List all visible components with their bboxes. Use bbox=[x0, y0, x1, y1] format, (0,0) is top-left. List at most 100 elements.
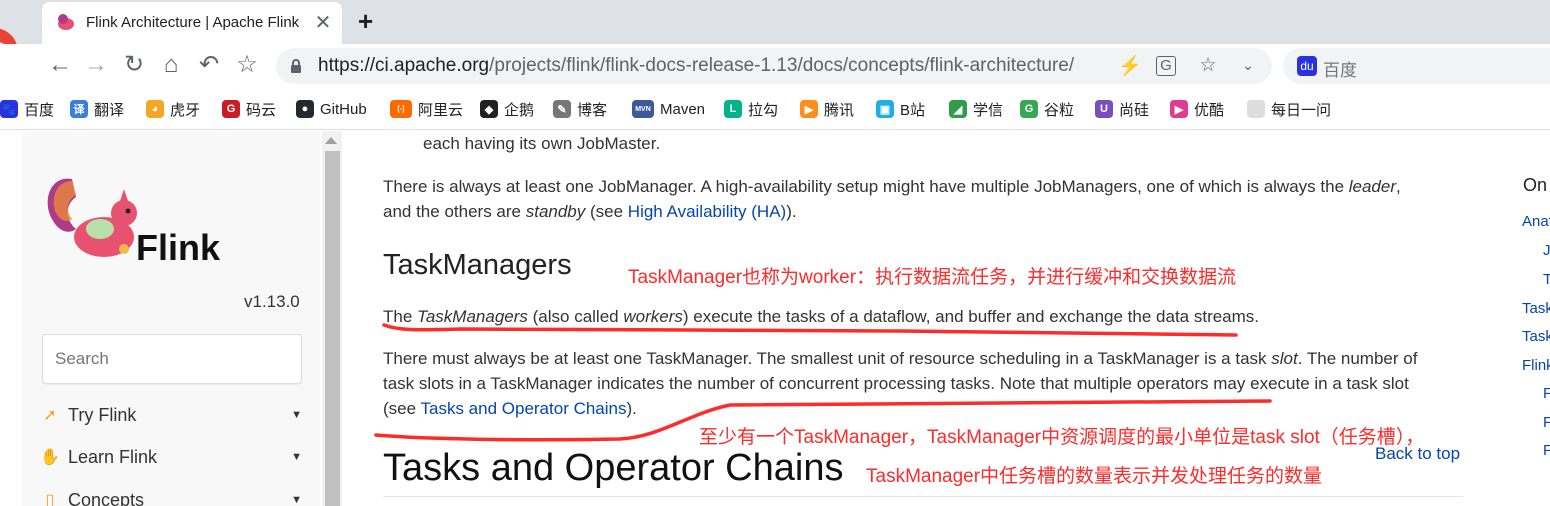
bookmark-label: 优酷 bbox=[1194, 101, 1225, 119]
baidu-icon: du bbox=[1297, 56, 1317, 76]
home-icon[interactable]: ⌂ bbox=[157, 50, 185, 80]
toc-title: On bbox=[1523, 175, 1548, 195]
logo-wordmark[interactable]: Flink bbox=[136, 227, 220, 269]
docs-sidebar: Flink v1.13.0 ➚ Try Flink ▼ ✋ Learn Flin… bbox=[22, 131, 320, 506]
bookmark-label: B站 bbox=[900, 101, 926, 119]
atguigu-icon: U bbox=[1095, 100, 1113, 118]
bookmark-page[interactable]: 每日一问 bbox=[1247, 98, 1331, 120]
bookmark-xuexin[interactable]: ◢ 学信 bbox=[949, 98, 1003, 120]
bookmark-maven[interactable]: MVN Maven bbox=[632, 98, 705, 120]
tab-strip: Flink Architecture | Apache Flink ✕ + bbox=[0, 0, 1550, 76]
bookmark-youku[interactable]: ▶ 优酷 bbox=[1170, 98, 1224, 120]
bookmark-label: 每日一问 bbox=[1271, 101, 1332, 119]
lagou-icon: L bbox=[724, 100, 742, 118]
bookmark-star-icon[interactable]: ☆ bbox=[1196, 54, 1220, 77]
bookmark-huya[interactable]: ◕ 虎牙 bbox=[146, 98, 200, 120]
bookmark-gitee[interactable]: G 码云 bbox=[222, 98, 276, 120]
docs-search-input[interactable] bbox=[42, 334, 302, 384]
bookmark-blog[interactable]: ✎ 博客 bbox=[553, 98, 607, 120]
tab-title: Flink Architecture | Apache Flink bbox=[86, 14, 300, 31]
bookmark-guli[interactable]: G 谷粒 bbox=[1020, 98, 1074, 120]
chevron-down-icon[interactable]: ⌄ bbox=[1236, 57, 1260, 74]
bookmark-label: 虎牙 bbox=[170, 101, 201, 119]
paragraph-slots-line3: (see Tasks and Operator Chains). bbox=[383, 399, 637, 418]
forward-arrow-icon[interactable]: → bbox=[82, 50, 110, 80]
toc-item[interactable]: Task bbox=[1522, 328, 1550, 345]
toc-item[interactable]: Anat bbox=[1522, 213, 1550, 230]
xuexin-icon: ◢ bbox=[949, 100, 967, 118]
youku-icon: ▶ bbox=[1170, 100, 1188, 118]
flink-favicon-icon bbox=[58, 14, 74, 30]
toc-item[interactable]: F bbox=[1543, 442, 1550, 459]
back-arrow-icon[interactable]: ← bbox=[46, 50, 74, 80]
bookmark-label: 企鹅 bbox=[504, 101, 535, 119]
annotation-note-slot: 至少有一个TaskManager，TaskManager中资源调度的最小单位是t… bbox=[699, 427, 1425, 448]
heading-taskmanagers: TaskManagers bbox=[383, 249, 572, 281]
tencent-video-icon: ▶ bbox=[800, 100, 818, 118]
scroll-up-arrow-icon[interactable] bbox=[325, 137, 337, 144]
rocket-icon: ➚ bbox=[43, 407, 57, 424]
bookmark-translate[interactable]: 译翻译 bbox=[70, 98, 124, 120]
aliyun-icon: [-] bbox=[390, 100, 412, 118]
bookmark-lagou[interactable]: L 拉勾 bbox=[724, 98, 778, 120]
toc-item[interactable]: Task bbox=[1522, 300, 1550, 317]
new-tab-button[interactable]: + bbox=[358, 6, 380, 37]
bookmark-label: 博客 bbox=[577, 101, 608, 119]
menu-item-learn-flink[interactable]: ✋ Learn Flink ▼ bbox=[40, 442, 302, 472]
bookmark-label: 拉勾 bbox=[748, 101, 779, 119]
bookmark-label: 码云 bbox=[246, 101, 277, 119]
bilibili-icon: ▣ bbox=[876, 100, 894, 118]
toc-item[interactable]: F bbox=[1543, 385, 1550, 402]
paragraph-ha-line2: and the others are standby (see High Ava… bbox=[383, 202, 797, 221]
menu-item-concepts[interactable]: ▯ Concepts ▼ bbox=[40, 485, 302, 506]
page-content: Flink v1.13.0 ➚ Try Flink ▼ ✋ Learn Flin… bbox=[0, 131, 1550, 506]
bookmark-label: 尚硅 bbox=[1119, 101, 1150, 119]
browser-toolbar: ← → ↻ ⌂ ↶ ☆ https://ci.apache.org/projec… bbox=[0, 44, 1550, 88]
toc-item[interactable]: T bbox=[1543, 271, 1550, 288]
bookmark-label: Maven bbox=[660, 100, 706, 118]
bookmark-github[interactable]: ● GitHub bbox=[296, 98, 367, 120]
bookmark-atguigu[interactable]: U 尚硅 bbox=[1095, 98, 1149, 120]
menu-label: Learn Flink bbox=[68, 446, 158, 467]
bookmarks-bar: 🐾 百度译翻译 ◕ 虎牙 G 码云 ● GitHub [-] 阿里云 ◆ 企鹅 ✎ 博客 MVN Maven L… bbox=[0, 88, 1550, 130]
toc-item[interactable]: F bbox=[1543, 414, 1550, 431]
operator-chains-link[interactable]: Tasks and Operator Chains bbox=[421, 399, 627, 418]
bookmark-bilibili[interactable]: ▣ B站 bbox=[876, 98, 925, 120]
address-bar[interactable]: https://ci.apache.org/projects/flink/fli… bbox=[276, 48, 1272, 84]
menu-label: Concepts bbox=[68, 489, 145, 506]
star-outline-icon[interactable]: ☆ bbox=[233, 50, 261, 80]
active-tab[interactable]: Flink Architecture | Apache Flink ✕ bbox=[42, 2, 342, 44]
paragraph-taskmanagers: The TaskManagers (also called workers) e… bbox=[383, 307, 1260, 326]
search-engine-box[interactable]: du 百度 bbox=[1283, 48, 1550, 84]
bookmark-paw[interactable]: 🐾 百度 bbox=[0, 98, 54, 120]
caret-down-icon: ▼ bbox=[291, 409, 302, 421]
translate-page-icon[interactable]: G bbox=[1156, 56, 1176, 76]
page-icon bbox=[1247, 100, 1265, 118]
undo-icon[interactable]: ↶ bbox=[195, 50, 223, 80]
search-engine-placeholder: 百度 bbox=[1323, 61, 1357, 80]
sidebar-scrollbar-thumb[interactable] bbox=[325, 151, 340, 506]
penguin-icon: ◆ bbox=[480, 100, 498, 118]
blog-icon: ✎ bbox=[553, 100, 571, 118]
tab-close-icon[interactable]: ✕ bbox=[312, 10, 334, 35]
menu-item-try-flink[interactable]: ➚ Try Flink ▼ bbox=[40, 400, 302, 430]
paragraph-slots-line2: task slots in a TaskManager indicates th… bbox=[383, 374, 1409, 393]
toc-item[interactable]: J bbox=[1543, 242, 1550, 259]
bookmark-label: GitHub bbox=[320, 100, 367, 118]
gitee-icon: G bbox=[222, 100, 240, 118]
ha-link[interactable]: High Availability (HA) bbox=[628, 202, 786, 221]
list-item-text: each having its own JobMaster. bbox=[423, 134, 661, 153]
url-text: https://ci.apache.org/projects/flink/fli… bbox=[318, 55, 1075, 76]
bookmark-penguin[interactable]: ◆ 企鹅 bbox=[480, 98, 534, 120]
toc-item[interactable]: Flink bbox=[1522, 357, 1550, 374]
lightning-icon[interactable]: ⚡ bbox=[1118, 54, 1142, 78]
bookmark-tencent-video[interactable]: ▶ 腾讯 bbox=[800, 98, 854, 120]
bookmark-label: 百度 bbox=[24, 101, 55, 119]
guli-icon: G bbox=[1020, 100, 1038, 118]
bookmark-aliyun[interactable]: [-] 阿里云 bbox=[390, 98, 463, 120]
reload-icon[interactable]: ↻ bbox=[120, 50, 148, 80]
bookmark-label: 学信 bbox=[973, 101, 1004, 119]
caret-down-icon: ▼ bbox=[291, 451, 302, 463]
lock-icon bbox=[291, 59, 301, 73]
maven-icon: MVN bbox=[632, 100, 654, 118]
